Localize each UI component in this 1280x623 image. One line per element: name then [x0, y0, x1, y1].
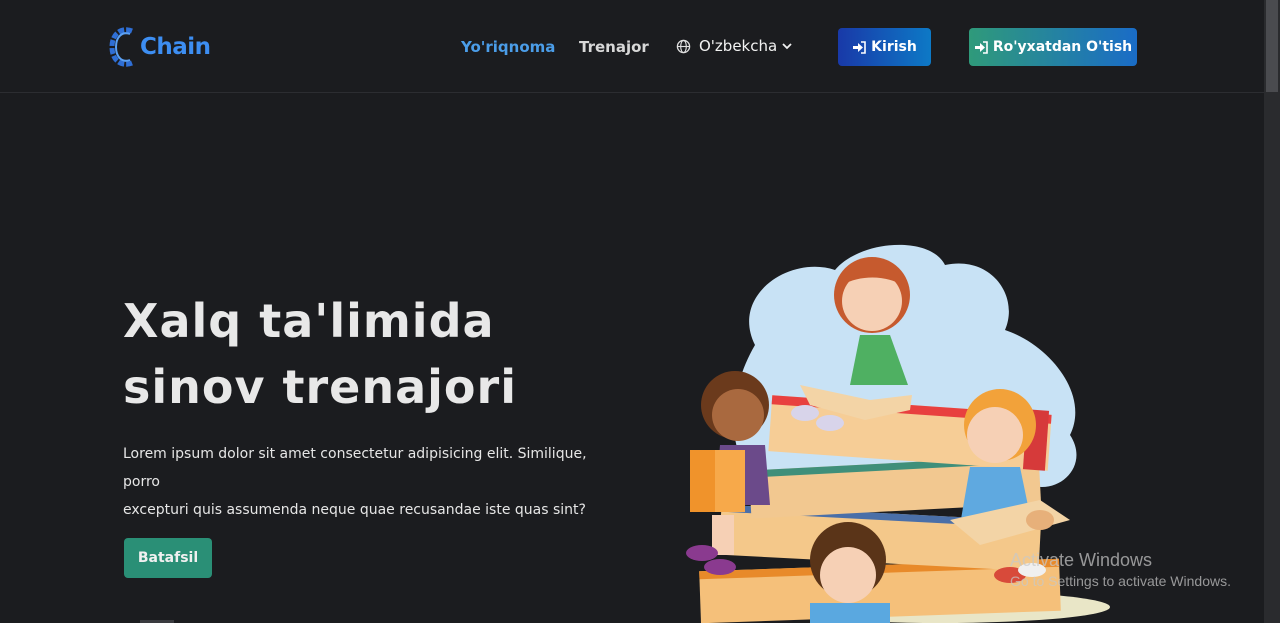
language-label: O'zbekcha [699, 37, 778, 55]
login-button[interactable]: Kirish [838, 28, 931, 66]
nav-link-trainer[interactable]: Trenajor [579, 38, 649, 56]
hero-title: Xalq ta'limida sinov trenajori [123, 288, 517, 420]
login-label: Kirish [871, 39, 917, 55]
hero-description-line-2: excepturi quis assumenda neque quae recu… [123, 502, 586, 518]
hero-title-line-2: sinov trenajori [123, 360, 517, 414]
page-scrollbar[interactable] [1264, 0, 1280, 623]
register-label: Ro'yxatdan O'tish [992, 39, 1133, 55]
top-navbar: Chain Yo'riqnoma Trenajor O'zbekcha Kiri… [0, 0, 1264, 93]
more-info-button[interactable]: Batafsil [124, 538, 212, 578]
hero-description-line-1: Lorem ipsum dolor sit amet consectetur a… [123, 446, 587, 490]
scrollbar-thumb[interactable] [1266, 0, 1278, 92]
chevron-down-icon [782, 43, 792, 50]
sign-in-icon [853, 40, 866, 54]
windows-activation-watermark: Activate Windows Go to Settings to activ… [1010, 550, 1231, 589]
hero-description: Lorem ipsum dolor sit amet consectetur a… [123, 440, 593, 524]
register-button[interactable]: Ro'yxatdan O'tish [969, 28, 1137, 66]
globe-icon [676, 39, 691, 53]
brand-name[interactable]: Chain [140, 34, 211, 60]
watermark-title: Activate Windows [1010, 550, 1153, 570]
watermark-subtitle: Go to Settings to activate Windows. [1010, 573, 1231, 589]
sign-in-icon [974, 40, 988, 54]
hero-title-line-1: Xalq ta'limida [123, 294, 495, 348]
language-dropdown[interactable]: O'zbekcha [676, 37, 792, 55]
chain-link-logo-icon [109, 27, 133, 67]
nav-link-guide[interactable]: Yo'riqnoma [461, 38, 555, 56]
